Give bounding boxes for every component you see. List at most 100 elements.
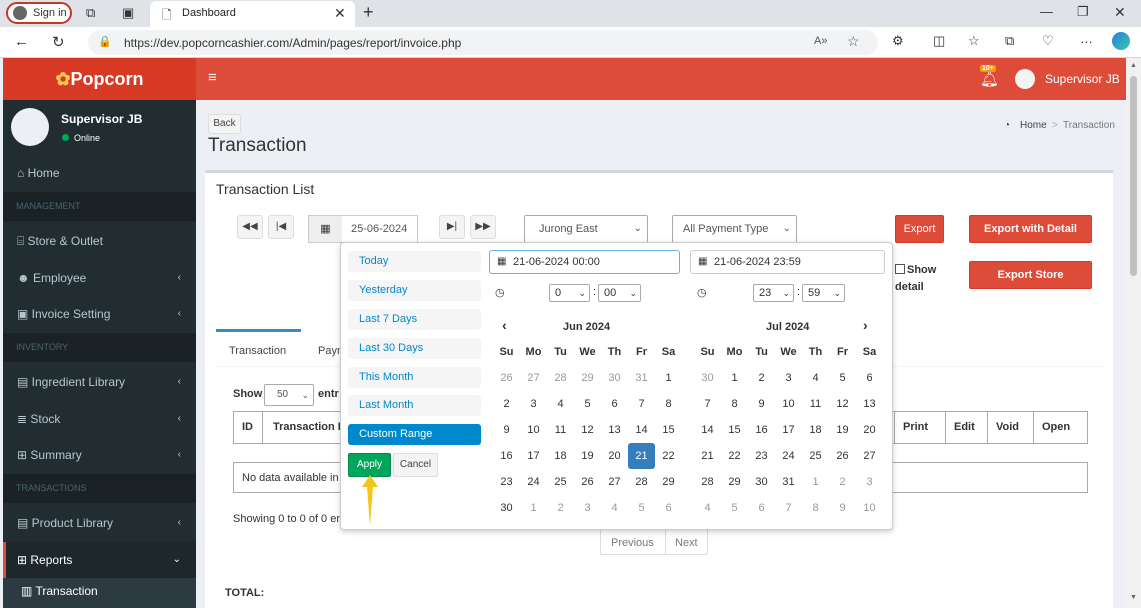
read-aloud-icon[interactable]: A» — [814, 35, 827, 47]
date-input-group[interactable]: ▦ 25-06-2024 — [308, 215, 418, 243]
calendar-day[interactable]: 5 — [829, 365, 856, 391]
calendar-day[interactable]: 17 — [775, 417, 802, 443]
more-icon[interactable]: … — [1080, 31, 1093, 46]
previous-button[interactable]: Previous — [611, 537, 654, 549]
calendar-day[interactable]: 3 — [574, 495, 601, 521]
range-this-month[interactable]: This Month — [348, 367, 481, 388]
calendar-day[interactable]: 14 — [628, 417, 655, 443]
show-detail-checkbox[interactable] — [895, 264, 905, 274]
calendar-day[interactable]: 7 — [694, 391, 721, 417]
calendar-day[interactable]: 27 — [520, 365, 547, 391]
sidebar-item-product[interactable]: ▤ Product Library ‹ — [3, 505, 196, 541]
calendar-day[interactable]: 26 — [574, 469, 601, 495]
page-scrollbar[interactable]: ▲ ▼ — [1126, 58, 1141, 608]
menu-toggle-icon[interactable]: ≡ — [208, 69, 217, 86]
back-icon[interactable]: ← — [14, 33, 29, 50]
calendar-day[interactable]: 12 — [574, 417, 601, 443]
end-hour-select[interactable]: 23 ⌄ — [753, 284, 794, 302]
entries-select[interactable]: 50 ⌄ — [264, 384, 314, 406]
calendar-day[interactable]: 6 — [601, 391, 628, 417]
calendar-day[interactable]: 7 — [628, 391, 655, 417]
calendar-day[interactable]: 15 — [655, 417, 682, 443]
calendar-day[interactable]: 7 — [775, 495, 802, 521]
payment-type-select[interactable]: All Payment Type ⌄ — [672, 215, 797, 243]
calendar-day[interactable]: 25 — [547, 469, 574, 495]
sidebar-item-home[interactable]: ⌂ Home — [3, 155, 196, 191]
export-button[interactable]: Export — [895, 215, 944, 243]
calendar-day[interactable]: 31 — [628, 365, 655, 391]
calendar-day[interactable]: 1 — [721, 365, 748, 391]
range-custom[interactable]: Custom Range — [348, 424, 481, 445]
sidebar-item-summary[interactable]: ⊞ Summary ‹ — [3, 437, 196, 473]
calendar-day[interactable]: 11 — [547, 417, 574, 443]
refresh-icon[interactable]: ↻ — [52, 33, 65, 51]
copilot-icon[interactable] — [1112, 32, 1130, 50]
calendar-day[interactable]: 19 — [829, 417, 856, 443]
calendar-day[interactable]: 9 — [493, 417, 520, 443]
calendar-day[interactable]: 2 — [493, 391, 520, 417]
calendar-day[interactable]: 16 — [493, 443, 520, 469]
range-yesterday[interactable]: Yesterday — [348, 280, 481, 301]
workspaces-icon[interactable]: ⧉ — [86, 5, 95, 21]
calendar-day[interactable]: 30 — [694, 365, 721, 391]
col-edit[interactable]: Edit — [945, 412, 987, 443]
calendar-day[interactable]: 18 — [802, 417, 829, 443]
next-button[interactable]: Next — [675, 537, 698, 549]
calendar-day[interactable]: 3 — [856, 469, 883, 495]
calendar-day[interactable]: 27 — [601, 469, 628, 495]
calendar-day[interactable]: 14 — [694, 417, 721, 443]
calendar-day[interactable]: 4 — [547, 391, 574, 417]
prev-month-icon[interactable]: ‹ — [502, 317, 507, 333]
sign-in-button[interactable]: Sign in — [6, 2, 72, 24]
calendar-day[interactable]: 21 — [694, 443, 721, 469]
calendar-day[interactable]: 28 — [628, 469, 655, 495]
calendar-day[interactable]: 21 — [628, 443, 655, 469]
calendar-day[interactable]: 1 — [655, 365, 682, 391]
outlet-select[interactable]: Jurong East ⌄ — [524, 215, 648, 243]
calendar-day[interactable]: 8 — [655, 391, 682, 417]
next-date-button[interactable]: ▶| — [439, 215, 465, 239]
calendar-day[interactable]: 3 — [775, 365, 802, 391]
scroll-down-icon[interactable]: ▼ — [1130, 594, 1137, 601]
calendar-day[interactable]: 24 — [775, 443, 802, 469]
range-last-month[interactable]: Last Month — [348, 395, 481, 416]
calendar-day[interactable]: 9 — [829, 495, 856, 521]
start-hour-select[interactable]: 0 ⌄ — [549, 284, 590, 302]
calendar-day[interactable]: 26 — [493, 365, 520, 391]
end-minute-select[interactable]: 59 ⌄ — [802, 284, 845, 302]
calendar-day[interactable]: 17 — [520, 443, 547, 469]
logo[interactable]: ✿Popcorn — [3, 58, 196, 100]
bell-icon[interactable]: 🔔︎ — [980, 70, 999, 88]
new-tab-icon[interactable]: + — [363, 2, 374, 23]
calendar-day[interactable]: 12 — [829, 391, 856, 417]
calendar-day[interactable]: 22 — [721, 443, 748, 469]
next-month-icon[interactable]: › — [863, 317, 868, 333]
sidebar-item-transaction[interactable]: ▥ Transaction — [3, 578, 196, 608]
avatar[interactable] — [1015, 69, 1035, 89]
sidebar-item-stock[interactable]: ≣ Stock ‹ — [3, 401, 196, 437]
col-print[interactable]: Print — [894, 412, 945, 443]
calendar-day[interactable]: 10 — [775, 391, 802, 417]
calendar-day[interactable]: 18 — [547, 443, 574, 469]
calendar-day[interactable]: 10 — [520, 417, 547, 443]
browser-essentials-icon[interactable]: ♡ — [1042, 33, 1054, 49]
calendar-day[interactable]: 26 — [829, 443, 856, 469]
sidebar-item-store[interactable]: ⌸ Store & Outlet — [3, 223, 196, 259]
calendar-day[interactable]: 29 — [574, 365, 601, 391]
close-window-icon[interactable]: ✕ — [1114, 4, 1126, 21]
export-store-button[interactable]: Export Store — [969, 261, 1092, 289]
calendar-day[interactable]: 9 — [748, 391, 775, 417]
calendar-day[interactable]: 19 — [574, 443, 601, 469]
collections-icon[interactable]: ⧉ — [1005, 33, 1014, 49]
scrollbar-thumb[interactable] — [1130, 76, 1137, 276]
calendar-day[interactable]: 15 — [721, 417, 748, 443]
calendar-day[interactable]: 4 — [694, 495, 721, 521]
start-minute-select[interactable]: 00 ⌄ — [598, 284, 641, 302]
sidebar-item-reports[interactable]: ⊞ Reports ⌄ — [3, 542, 196, 578]
calendar-day[interactable]: 30 — [493, 495, 520, 521]
col-transaction[interactable]: Transaction D — [273, 421, 346, 433]
calendar-day[interactable]: 10 — [856, 495, 883, 521]
export-with-detail-button[interactable]: Export with Detail — [969, 215, 1092, 243]
calendar-day[interactable]: 27 — [856, 443, 883, 469]
start-datetime-input[interactable]: ▦ 21-06-2024 00:00 — [489, 250, 680, 274]
